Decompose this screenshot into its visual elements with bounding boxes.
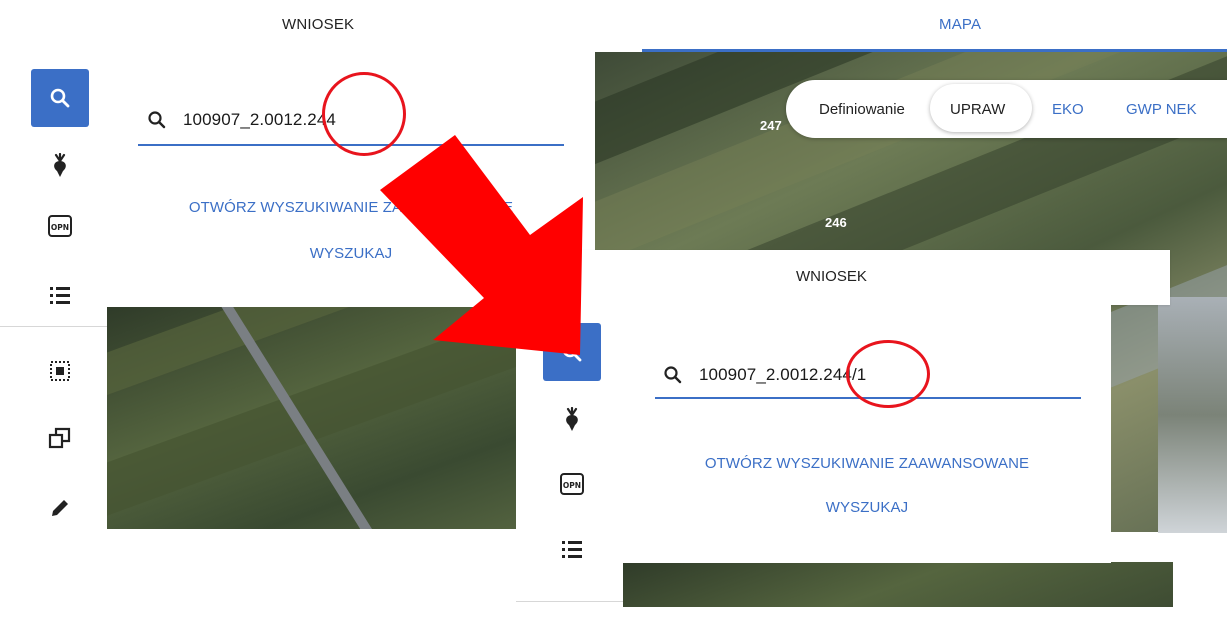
list-icon — [562, 541, 582, 558]
overlay-search-button[interactable] — [543, 323, 601, 381]
edit-icon — [52, 500, 68, 516]
tab-wniosek[interactable]: WNIOSEK — [282, 16, 354, 33]
annotation-circle-bottom — [846, 340, 930, 408]
sidebar-crop-button[interactable] — [31, 137, 89, 195]
search-icon — [664, 366, 682, 384]
map-view-right-edge — [1158, 297, 1227, 533]
overlay-list-button[interactable] — [543, 521, 601, 579]
advanced-search-link-top[interactable]: OTWÓRZ WYSZUKIWANIE ZAAWANSOWANE — [107, 199, 595, 216]
sidebar-opn-button[interactable]: OPN — [31, 197, 89, 255]
eko-button[interactable]: EKO — [1052, 101, 1084, 118]
map-view-bottom — [623, 562, 1173, 607]
search-field-bottom[interactable]: 100907_2.0012.244/1 — [663, 365, 866, 385]
copy-icon — [48, 427, 71, 449]
parcel-label-246: 246 — [825, 215, 847, 230]
overlay-sidebar-divider — [516, 601, 623, 602]
opn-icon: OPN — [48, 215, 72, 237]
opn-icon: OPN — [560, 473, 584, 495]
parcel-label-247: 247 — [760, 118, 782, 133]
annotation-circle-top — [322, 72, 406, 156]
crop-icon — [54, 153, 66, 177]
sidebar-select-area-button[interactable] — [31, 342, 89, 400]
search-icon — [148, 111, 166, 129]
overlay-sidebar: OPN — [516, 305, 623, 618]
search-button-bottom[interactable]: WYSZUKAJ — [623, 499, 1111, 516]
search-input-top[interactable]: 100907_2.0012.244 — [183, 110, 336, 130]
overlay-opn-button[interactable]: OPN — [543, 455, 601, 513]
sidebar-list-button[interactable] — [31, 267, 89, 325]
upraw-chip-label[interactable]: UPRAW — [950, 101, 1005, 118]
top-tab-bar: WNIOSEK MAPA — [0, 0, 1227, 52]
svg-text:OPN: OPN — [563, 481, 581, 490]
advanced-search-link-bottom[interactable]: OTWÓRZ WYSZUKIWANIE ZAAWANSOWANE — [623, 455, 1111, 472]
left-sidebar: OPN — [0, 52, 107, 618]
overlay-tab-bar: WNIOSEK — [516, 250, 1170, 305]
sidebar-copy-button[interactable] — [31, 409, 89, 467]
search-icon — [50, 88, 70, 108]
sidebar-edit-button[interactable] — [31, 479, 89, 537]
tab-wniosek-overlay[interactable]: WNIOSEK — [796, 268, 867, 285]
tab-mapa[interactable]: MAPA — [939, 16, 981, 33]
svg-text:OPN: OPN — [51, 223, 69, 232]
overlay-crop-button[interactable] — [543, 391, 601, 449]
search-field-top[interactable]: 100907_2.0012.244 — [147, 110, 336, 130]
search-input-bottom[interactable]: 100907_2.0012.244/1 — [699, 365, 866, 385]
select-area-icon — [50, 361, 70, 381]
crop-icon — [566, 407, 578, 431]
gwp-nek-button[interactable]: GWP NEK — [1126, 101, 1197, 118]
list-icon — [50, 287, 70, 304]
sidebar-divider — [0, 326, 107, 327]
definiowanie-label: Definiowanie — [819, 101, 905, 118]
sidebar-search-button[interactable] — [31, 69, 89, 127]
search-icon — [562, 342, 582, 362]
